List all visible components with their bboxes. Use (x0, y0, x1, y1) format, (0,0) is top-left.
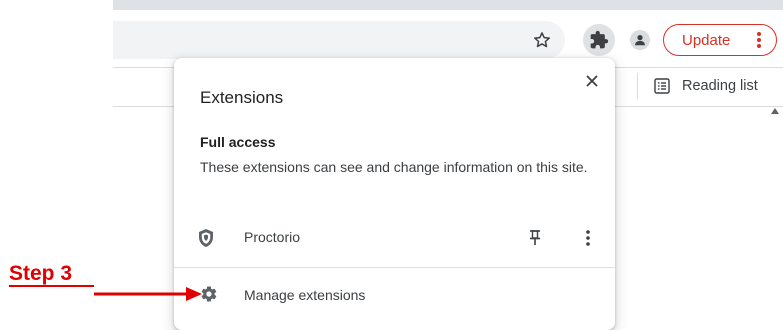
extensions-button[interactable] (583, 24, 615, 56)
popup-divider (174, 267, 615, 268)
reading-list-icon (654, 78, 670, 94)
extension-row-proctorio[interactable]: Proctorio (174, 220, 615, 256)
manage-extensions-button[interactable]: Manage extensions (174, 278, 615, 314)
extension-name: Proctorio (244, 229, 301, 245)
address-bar[interactable] (113, 21, 565, 59)
profile-button[interactable] (626, 26, 654, 54)
section-title: Full access (200, 134, 276, 150)
person-icon (635, 35, 645, 46)
arrow-right-icon (94, 287, 202, 301)
shield-icon (197, 228, 215, 253)
more-vertical-icon (756, 31, 762, 53)
more-options-button[interactable] (577, 227, 599, 249)
reading-list-button[interactable]: Reading list (654, 73, 758, 99)
update-button[interactable]: Update (663, 24, 777, 56)
step-annotation-underline (9, 285, 94, 287)
update-label: Update (682, 31, 731, 49)
section-description: These extensions can see and change info… (200, 159, 588, 175)
scroll-up-arrow-icon[interactable] (771, 108, 779, 114)
extensions-popup: Extensions Full access These extensions … (174, 58, 615, 330)
puzzle-piece-icon (590, 30, 609, 49)
pin-button[interactable] (524, 227, 546, 249)
popup-title: Extensions (200, 88, 284, 107)
step-annotation-label: Step 3 (9, 262, 73, 285)
avatar (630, 30, 650, 50)
manage-extensions-label: Manage extensions (244, 287, 366, 303)
close-button[interactable] (581, 70, 603, 92)
tab-strip (113, 0, 783, 10)
star-icon (534, 32, 550, 48)
bookmark-star-button[interactable] (528, 26, 556, 54)
reading-list-label: Reading list (682, 78, 758, 94)
bookmarks-divider (637, 73, 638, 99)
close-icon (586, 75, 598, 87)
pin-icon (530, 230, 540, 245)
more-vertical-icon (586, 230, 590, 246)
